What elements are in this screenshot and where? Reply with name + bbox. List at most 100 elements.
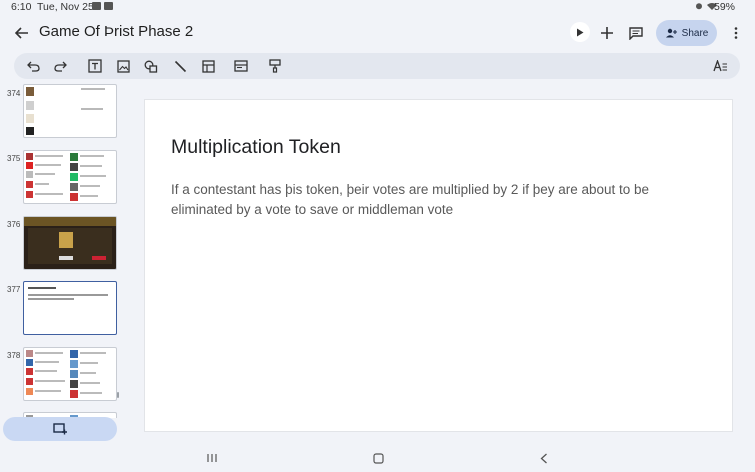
thumb-image <box>26 114 34 123</box>
insert-image-button[interactable] <box>115 58 131 74</box>
share-button[interactable]: Share <box>656 20 717 46</box>
thumb-button <box>92 256 106 260</box>
thumb-image <box>70 163 78 171</box>
slide-thumbnail-376[interactable] <box>23 216 117 270</box>
thumb-image <box>26 162 33 169</box>
thumb-text-line <box>80 195 98 197</box>
slide-body-text[interactable]: If a contestant has þis token, þeir vote… <box>171 180 711 220</box>
thumb-image <box>26 87 34 96</box>
thumb-image <box>70 370 78 378</box>
table-icon <box>201 59 215 73</box>
thumb-text-line <box>35 361 59 363</box>
line-icon <box>174 60 186 72</box>
add-slide-icon <box>53 423 67 435</box>
person-add-icon <box>665 28 677 38</box>
shapes-icon <box>144 60 158 73</box>
thumb-image <box>70 360 78 368</box>
new-slide-button[interactable] <box>3 417 117 441</box>
layout-button[interactable] <box>233 58 249 74</box>
text-format-icon <box>712 60 727 72</box>
thumb-text-line <box>35 164 61 166</box>
thumb-image <box>70 380 78 388</box>
slide-thumbnail-375[interactable] <box>23 150 117 204</box>
thumb-image <box>26 127 34 135</box>
status-time: 6:10 <box>11 1 32 13</box>
thumb-image <box>59 232 73 248</box>
thumb-text-line <box>28 294 108 296</box>
comments-button[interactable] <box>626 24 646 42</box>
slide-thumbnail-377[interactable] <box>23 281 117 335</box>
image-icon <box>116 59 130 73</box>
layout-icon <box>234 60 248 72</box>
text-box-button[interactable] <box>87 58 103 74</box>
thumb-text-line <box>28 298 74 300</box>
thumb-image <box>70 193 78 201</box>
redo-icon <box>53 61 67 72</box>
table-button[interactable] <box>200 58 216 74</box>
thumb-text-line <box>35 380 65 382</box>
thumb-image <box>70 153 78 161</box>
thumb-text-line <box>35 173 55 175</box>
comment-icon <box>629 26 643 40</box>
more-vert-icon <box>734 27 738 39</box>
thumb-text-line <box>80 362 98 364</box>
home-icon <box>372 452 384 464</box>
slide-number: 378 <box>7 351 21 360</box>
thumb-image <box>26 191 33 198</box>
thumb-image <box>26 171 33 178</box>
slide-title[interactable]: Multiplication Token <box>171 136 341 159</box>
paint-format-icon <box>269 59 281 73</box>
slide-number: 374 <box>7 89 21 98</box>
thumb-text-line <box>80 165 102 167</box>
thumb-button <box>59 256 73 260</box>
insert-button[interactable] <box>598 24 616 42</box>
slide-number: 375 <box>7 154 21 163</box>
plus-icon <box>601 27 613 39</box>
format-options-button[interactable] <box>712 58 728 74</box>
thumb-image <box>26 153 33 160</box>
thumb-text-line <box>80 175 106 177</box>
thumb-text-line <box>35 193 63 195</box>
back-arrow-icon <box>15 27 28 39</box>
thumb-image <box>26 388 33 395</box>
undo-icon <box>26 61 40 72</box>
paint-format-button[interactable] <box>267 58 283 74</box>
chevron-left-icon <box>540 453 547 463</box>
more-options-button[interactable] <box>729 24 743 42</box>
shape-button[interactable] <box>143 58 159 74</box>
video-icon <box>104 2 113 10</box>
thumb-banner <box>24 217 116 226</box>
redo-button[interactable] <box>52 58 68 74</box>
document-title[interactable]: Game Of Þrist Phase 2 <box>39 23 193 40</box>
line-button[interactable] <box>172 58 188 74</box>
thumb-text-line <box>80 155 104 157</box>
slide-canvas[interactable]: Multiplication Token If a contestant has… <box>144 99 733 432</box>
thumb-image <box>26 378 33 385</box>
recent-apps-button[interactable] <box>203 450 221 466</box>
status-date: Tue, Nov 25 <box>37 1 94 13</box>
thumb-image <box>70 183 78 191</box>
thumb-text-line <box>35 183 49 185</box>
thumb-image <box>26 101 34 110</box>
present-button[interactable] <box>570 22 590 42</box>
thumb-image <box>26 350 33 357</box>
thumb-image <box>70 350 78 358</box>
thumb-text-line <box>35 352 63 354</box>
slide-filmstrip: 374 375 376 377 378 <box>0 82 140 418</box>
back-button[interactable] <box>12 24 32 42</box>
thumb-text-line <box>80 372 96 374</box>
share-label: Share <box>681 27 709 39</box>
thumb-text-line <box>80 382 100 384</box>
alarm-icon <box>696 3 702 10</box>
thumb-image <box>26 359 33 366</box>
slide-thumbnail-378[interactable] <box>23 347 117 401</box>
slide-thumbnail-374[interactable] <box>23 84 117 138</box>
home-button[interactable] <box>369 450 387 466</box>
thumb-text-line <box>35 155 63 157</box>
thumb-image <box>70 390 78 398</box>
thumb-image <box>70 173 78 181</box>
recent-apps-icon <box>207 454 217 462</box>
filmstrip-scroll-handle[interactable] <box>117 392 119 398</box>
system-back-button[interactable] <box>535 450 553 466</box>
undo-button[interactable] <box>25 58 41 74</box>
